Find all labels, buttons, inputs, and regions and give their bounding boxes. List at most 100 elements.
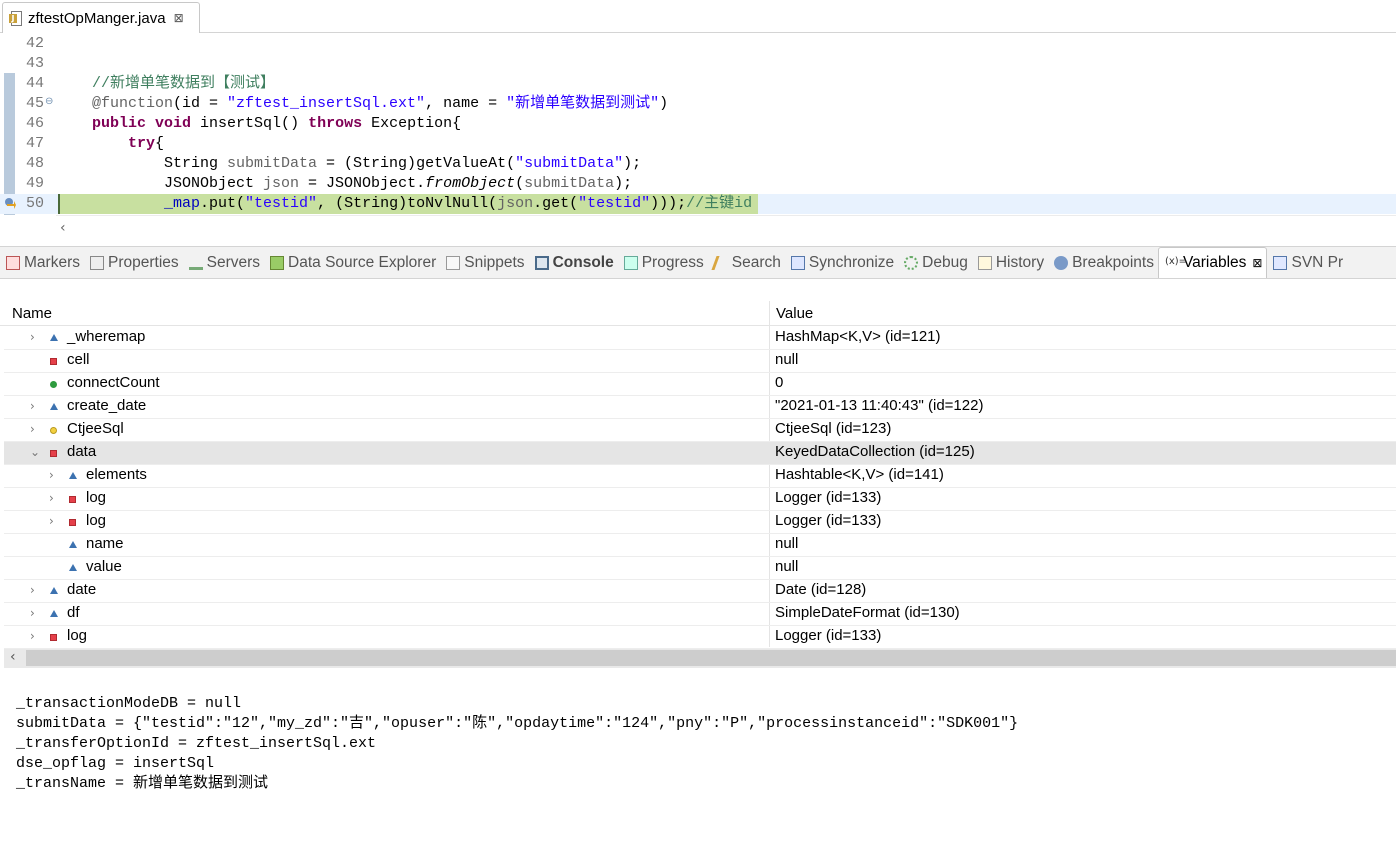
tab-variables[interactable]: (x)= Variables ⊠ [1157,247,1268,278]
markers-icon [6,255,20,270]
variable-row[interactable]: › create_date "2021-01-13 11:40:43" (id=12… [4,396,1396,419]
code-text[interactable]: //新增单笔数据到【测试】 [92,74,275,94]
code-line[interactable]: 50 _map.put("testid", (String)toNvlNull(… [0,194,1396,214]
servers-icon [188,256,203,270]
scrollbar-thumb[interactable] [26,650,1396,666]
tab-label: Search [731,253,781,271]
expand-chevron-icon[interactable]: › [30,606,35,620]
expand-chevron-icon[interactable]: › [30,629,35,643]
tab-markers[interactable]: Markers [0,247,84,278]
tab-synchronize[interactable]: Synchronize [785,247,898,278]
code-token: @function [92,95,174,112]
line-number: 46 [26,115,45,132]
code-editor[interactable]: 42 43 44//新增单笔数据到【测试】 45 ⊖ @function(id = "zf… [0,33,1396,215]
variable-detail-pane[interactable]: _transactionModeDB = null submitData = {"… [0,690,1396,841]
code-line[interactable]: 48 String submitData = (String)getValueA… [0,154,1396,174]
variable-value: Logger (id=133) [775,512,882,529]
tab-breakpoints[interactable]: Breakpoints [1048,247,1158,278]
code-token: Exception{ [362,115,462,132]
code-text[interactable]: @function(id = "zftest_insertSql.ext", n… [92,94,668,114]
variable-name: log [67,627,88,644]
code-text[interactable]: try{ [92,134,164,154]
variable-row[interactable]: › date Date (id=128) [4,580,1396,603]
line-number: 47 [26,135,45,152]
line-number: 42 [26,35,45,52]
variable-name: log [86,512,107,529]
variable-name: data [67,443,97,460]
tab-progress[interactable]: Progress [618,247,708,278]
code-text[interactable]: public void insertSql() throws Exception… [92,114,461,134]
line-number: 48 [26,155,45,172]
private-field-icon [50,634,57,641]
variable-row[interactable]: cell null [4,350,1396,373]
close-icon[interactable]: ⊠ [1252,256,1262,270]
tab-svn-pr[interactable]: SVN Pr [1267,247,1347,278]
progress-icon [623,255,638,270]
code-token: = JSONObject. [299,175,426,192]
editor-tab-bar: J zftestOpManger.java ⊠ [0,0,1396,33]
variable-row[interactable]: › log Logger (id=133) [4,488,1396,511]
expand-chevron-icon[interactable]: › [30,583,35,597]
tab-debug[interactable]: Debug [898,247,972,278]
code-text[interactable]: JSONObject json = JSONObject.fromObject(… [92,174,632,194]
code-line[interactable]: 46 public void insertSql() throws Excepti… [0,114,1396,134]
variable-row[interactable]: name null [4,534,1396,557]
variable-value: null [775,558,799,575]
private-field-icon [50,450,57,457]
tab-label: Data Source Explorer [288,253,437,271]
data-source-icon [270,255,285,270]
code-line[interactable]: 49 JSONObject json = JSONObject.fromObje… [0,174,1396,194]
variable-row[interactable]: › elements Hashtable<K,V> (id=141) [4,465,1396,488]
tab-snippets[interactable]: Snippets [440,247,528,278]
variable-row[interactable]: value null [4,557,1396,580]
expand-chevron-icon[interactable]: › [49,514,54,528]
code-token: throws [308,115,363,132]
column-header-name[interactable]: Name [12,305,52,322]
code-line[interactable]: 45 ⊖ @function(id = "zftest_insertSql.ext"… [0,94,1396,114]
scroll-left-icon[interactable]: ‹ [10,649,16,665]
variable-row[interactable]: ⌄ data KeyedDataCollection (id=125) [4,442,1396,465]
collapse-chevron-icon[interactable]: ⌄ [30,445,40,459]
variable-name: date [67,581,97,598]
tab-history[interactable]: History [972,247,1048,278]
variable-row[interactable]: › CtjeeSql CtjeeSql (id=123) [4,419,1396,442]
variable-row[interactable]: › _wheremap HashMap<K,V> (id=121) [4,327,1396,350]
scroll-left-icon[interactable]: ‹ [60,220,66,236]
tab-data-source-explorer[interactable]: Data Source Explorer [264,247,440,278]
code-line[interactable]: 43 [0,54,1396,74]
tab-search[interactable]: Search [708,247,785,278]
expand-chevron-icon[interactable]: › [49,468,54,482]
tab-servers[interactable]: Servers [183,247,264,278]
variable-row[interactable]: › log Logger (id=133) [4,626,1396,649]
detail-line: submitData = {"testid":"12","my_zd":"吉",… [16,715,1019,732]
code-token: "submitData" [515,155,624,172]
code-token: = (String)getValueAt( [317,155,516,172]
code-line[interactable]: 42 [0,34,1396,54]
variable-name: cell [67,351,90,368]
expand-chevron-icon[interactable]: › [49,491,54,505]
code-line[interactable]: 47 try{ [0,134,1396,154]
editor-horizontal-scrollbar[interactable]: ‹ [56,215,1396,243]
java-file-icon: J [9,10,23,27]
protected-field-icon [69,541,77,548]
close-icon[interactable]: ⊠ [174,11,184,25]
variable-row[interactable]: › df SimpleDateFormat (id=130) [4,603,1396,626]
variable-row[interactable]: connectCount 0 [4,373,1396,396]
console-icon [534,255,549,270]
editor-tab-zftestopmanger[interactable]: J zftestOpManger.java ⊠ [2,2,200,33]
expand-chevron-icon[interactable]: › [30,330,35,344]
variables-horizontal-scrollbar[interactable]: ‹ [4,648,1396,668]
code-line[interactable]: 44 //新增单笔数据到【测试】 [0,74,1396,94]
variable-name: value [86,558,122,575]
tab-properties[interactable]: Properties [84,247,183,278]
code-token: "testid" [245,195,318,212]
expand-chevron-icon[interactable]: › [30,422,35,436]
code-token: json [497,195,534,212]
tab-console[interactable]: Console [529,247,618,278]
code-text[interactable]: String submitData = (String)getValueAt("… [92,154,641,174]
code-text[interactable]: _map.put("testid", (String)toNvlNull(jso… [92,194,752,214]
variable-row[interactable]: › log Logger (id=133) [4,511,1396,534]
expand-chevron-icon[interactable]: › [30,399,35,413]
fold-toggle-icon[interactable]: ⊖ [45,92,53,112]
column-header-value[interactable]: Value [776,305,813,322]
